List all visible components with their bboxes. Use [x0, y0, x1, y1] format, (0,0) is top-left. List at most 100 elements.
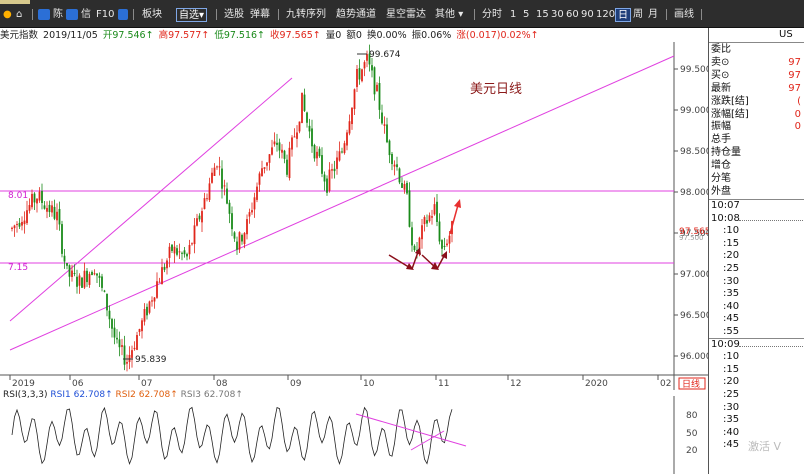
quote-info-line: 美元指数 2019/11/05 开97.546↑ 高97.577↑ 低97.51… [0, 29, 541, 42]
candle-body [321, 155, 323, 174]
candle-body [83, 270, 86, 288]
time-tick-label: 06 [72, 379, 84, 389]
more-dropdown[interactable]: 其他 ▾ [435, 8, 463, 22]
panel-row: 分笔 [711, 173, 803, 185]
period-badge[interactable]: 日线 [682, 378, 700, 390]
candle-body [408, 190, 411, 227]
period-intraday[interactable]: 分时 [482, 8, 502, 22]
candle-body [363, 62, 366, 69]
turnover: 换0.00% [366, 30, 407, 41]
candle-body [158, 281, 161, 283]
panel-divider [709, 42, 804, 43]
panel-row-value: 0 [794, 108, 801, 120]
candle-body [281, 149, 283, 153]
period-15min[interactable]: 15 [536, 8, 549, 22]
toolbar-icon-label-1[interactable]: 陈 [53, 8, 63, 22]
panel-row-label: 最新 [711, 82, 731, 94]
tick-time: :35 [723, 288, 740, 300]
trend-channel-button[interactable]: 趋势通道 [336, 8, 376, 22]
candlestick-chart[interactable]: 99.500 99.000 98.500 98.000 97.500 97.000 96.5… [0, 42, 708, 390]
radar-button[interactable]: 星空雷达 [386, 8, 426, 22]
candle-body [126, 362, 128, 364]
tick-divider [739, 345, 804, 347]
time-tick-label: 07 [141, 379, 152, 389]
candle-body [293, 136, 296, 138]
candle-body [343, 143, 346, 153]
candle-body [168, 246, 171, 258]
candle-body [38, 191, 41, 201]
candle-body [436, 201, 438, 222]
f10-button[interactable]: F10 [96, 8, 114, 22]
candle-body [16, 223, 18, 225]
price-tick-label: 98.500 [680, 147, 708, 157]
app-logo-icon[interactable]: ● [3, 8, 12, 22]
candle-body [286, 159, 288, 175]
candle-body [383, 124, 386, 126]
period-5min[interactable]: 5 [523, 8, 529, 22]
candle-body [201, 211, 203, 223]
candle-body [176, 248, 178, 255]
candle-body [443, 245, 446, 247]
candle-body [428, 215, 431, 222]
candle-body [26, 210, 28, 224]
watchlist-dropdown[interactable]: 自选▾ [176, 8, 208, 22]
toolbar-separator [133, 9, 134, 20]
candle-body [106, 293, 108, 311]
arrowhead-icon [415, 247, 421, 255]
candle-body [113, 327, 116, 338]
nine-sequence-button[interactable]: 九转序列 [286, 8, 326, 22]
candle-body [271, 147, 273, 155]
candle-body [23, 220, 26, 225]
period-weekly[interactable]: 周 [633, 8, 643, 22]
candle-body [141, 320, 143, 332]
candle-body [421, 225, 423, 240]
candle-body [11, 227, 13, 229]
candle-body [46, 207, 48, 212]
candle-body [51, 205, 53, 213]
panel-row-label: 振幅 [711, 121, 731, 133]
candle-body [81, 277, 83, 288]
watchlist-icon[interactable] [38, 9, 50, 20]
candle-body [373, 67, 376, 95]
stock-picker-button[interactable]: 选股 [224, 8, 244, 22]
candle-body [303, 94, 306, 111]
candle-body [266, 162, 268, 166]
candle-body [196, 218, 198, 226]
rsi-trend-line-2[interactable] [410, 430, 445, 451]
tick-time: :45 [723, 313, 740, 325]
danmaku-button[interactable]: 弹幕 [250, 8, 270, 22]
candle-body [186, 253, 188, 257]
price-change: 涨(0.017)0.02%↑ [456, 30, 539, 41]
period-daily[interactable]: 日 [615, 8, 631, 22]
candle-body [208, 183, 211, 200]
candle-body [323, 174, 326, 182]
toolbar-icon-label-2[interactable]: 信 [81, 8, 91, 22]
candle-body [151, 300, 153, 302]
sector-button[interactable]: 板块 [142, 8, 162, 22]
period-90min[interactable]: 90 [581, 8, 594, 22]
panel-row-value: ( [797, 95, 801, 107]
candle-body [296, 132, 298, 139]
panel-row-label: 涨跌[结] [711, 95, 749, 107]
panel-row: 委比 [711, 44, 803, 56]
panel-row-label: 持仓量 [711, 147, 741, 159]
channel-upper-line[interactable] [9, 77, 293, 322]
candle-body [56, 211, 58, 221]
rsi-chart[interactable]: 80 50 20 [0, 396, 708, 474]
period-monthly[interactable]: 月 [648, 8, 658, 22]
period-1min[interactable]: 1 [510, 8, 516, 22]
candle-body [183, 250, 186, 255]
candle-body [121, 345, 123, 347]
period-30min[interactable]: 30 [551, 8, 564, 22]
candles [11, 44, 453, 372]
period-60min[interactable]: 60 [566, 8, 579, 22]
draw-line-button[interactable]: 画线 [674, 8, 694, 22]
tick-divider [739, 219, 804, 221]
home-icon[interactable]: ⌂ [16, 8, 22, 22]
candle-body [398, 168, 401, 183]
period-120min[interactable]: 120 [596, 8, 615, 22]
info-icon[interactable] [66, 9, 78, 20]
time-tick-label: 09 [290, 379, 302, 389]
candle-body [203, 198, 206, 210]
screen-icon[interactable] [118, 9, 128, 20]
